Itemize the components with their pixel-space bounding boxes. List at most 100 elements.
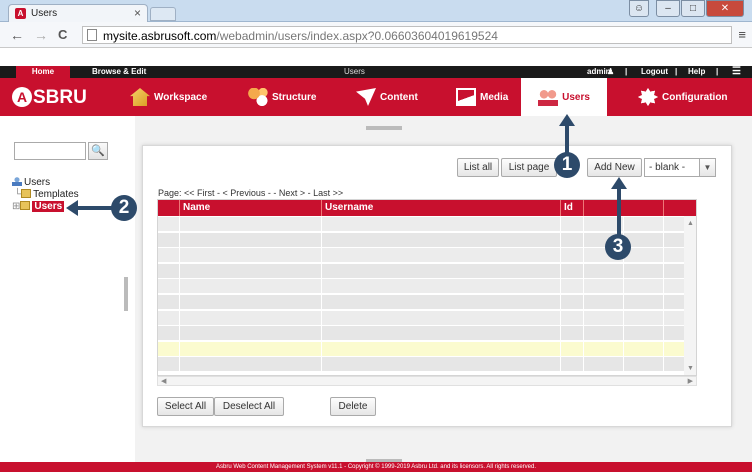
browser-tab[interactable]: A Users × xyxy=(8,4,148,22)
table-cell-divider xyxy=(321,263,322,279)
home-link[interactable]: Home xyxy=(16,66,70,78)
table-cell-divider xyxy=(583,279,584,295)
search-input[interactable] xyxy=(14,142,86,160)
delete-button[interactable]: Delete xyxy=(330,397,376,416)
table-cell-divider xyxy=(560,310,561,326)
add-new-button[interactable]: Add New xyxy=(587,158,642,177)
new-tab-button[interactable] xyxy=(150,7,176,21)
callout-arrow-1-line xyxy=(565,126,569,154)
table-cell-divider xyxy=(623,341,624,357)
gear-icon xyxy=(638,88,658,106)
table-cell-divider xyxy=(321,295,322,310)
expand-icon[interactable]: ⊞ xyxy=(12,201,20,212)
table-cell-divider xyxy=(583,263,584,279)
table-cell-divider xyxy=(583,295,584,310)
table-cell-divider xyxy=(583,217,584,232)
reload-icon[interactable]: C xyxy=(58,27,67,42)
nav-users[interactable]: Users xyxy=(521,78,607,116)
table-cell-divider xyxy=(663,295,664,310)
table-cell-divider xyxy=(179,217,180,232)
header-top-bar: Home Browse & Edit Users admin ♟ | Logou… xyxy=(0,66,752,78)
tree-label: Templates xyxy=(33,189,79,200)
column-header-name[interactable]: Name xyxy=(179,200,321,216)
table-cell-divider xyxy=(321,217,322,232)
table-cell-divider xyxy=(623,279,624,295)
template-select[interactable]: - blank - ▼ xyxy=(644,158,716,177)
list-page-button[interactable]: List page xyxy=(501,158,557,177)
resize-handle-left[interactable] xyxy=(124,277,128,311)
table-cell-divider xyxy=(321,248,322,264)
users-table: Name Username Id ▲ ▼ xyxy=(157,199,697,376)
table-horizontal-scrollbar[interactable]: ◀ ▶ xyxy=(157,376,697,386)
table-row[interactable] xyxy=(158,326,685,342)
workspace-icon xyxy=(130,88,150,106)
favicon-icon: A xyxy=(15,8,26,19)
url-input[interactable]: mysite.asbrusoft.com/webadmin/users/inde… xyxy=(82,26,732,44)
folder-icon xyxy=(21,189,32,198)
nav-workspace[interactable]: Workspace xyxy=(130,78,207,116)
close-window-icon[interactable]: ✕ xyxy=(706,0,744,17)
url-text: mysite.asbrusoft.com/webadmin/users/inde… xyxy=(103,29,498,43)
table-row[interactable] xyxy=(158,217,685,232)
help-link[interactable]: Help xyxy=(688,66,705,78)
select-all-button[interactable]: Select All xyxy=(157,397,214,416)
table-cell-divider xyxy=(663,341,664,357)
callout-badge-1: 1 xyxy=(554,152,580,178)
table-cell-divider xyxy=(623,295,624,310)
profile-icon[interactable]: ☺ xyxy=(629,0,649,17)
column-header-username[interactable]: Username xyxy=(321,200,560,216)
search-icon[interactable]: 🔍 xyxy=(88,142,108,160)
list-all-button[interactable]: List all xyxy=(457,158,499,177)
media-icon xyxy=(456,88,476,106)
column-header-id[interactable]: Id xyxy=(560,200,583,216)
table-cell-divider xyxy=(663,357,664,373)
nav-structure[interactable]: Structure xyxy=(248,78,316,116)
table-vertical-scrollbar[interactable]: ▲ ▼ xyxy=(684,216,696,375)
table-cell-divider xyxy=(321,326,322,342)
user-icon: ♟ xyxy=(607,67,615,76)
table-cell-divider xyxy=(321,279,322,295)
table-cell-divider xyxy=(583,248,584,264)
table-cell-divider xyxy=(179,232,180,248)
template-select-value: - blank - xyxy=(649,162,686,173)
table-cell-divider xyxy=(560,326,561,342)
forward-icon[interactable]: → xyxy=(34,27,48,43)
header-menu-icon[interactable]: ☰ xyxy=(732,66,741,78)
callout-arrow-2-line xyxy=(76,206,112,210)
users-group-icon xyxy=(12,177,22,186)
browser-menu-icon[interactable]: ≡ xyxy=(738,27,746,42)
table-cell-divider xyxy=(560,341,561,357)
folder-icon xyxy=(20,201,31,210)
tree-item-users-root[interactable]: Users xyxy=(12,177,79,189)
nav-configuration[interactable]: Configuration xyxy=(638,78,728,116)
asbru-logo[interactable]: A SBRU xyxy=(12,87,87,109)
section-label: Users xyxy=(344,67,365,76)
table-cell-divider xyxy=(560,232,561,248)
pager: Page: << First - < Previous - - Next > -… xyxy=(158,188,343,198)
table-row[interactable] xyxy=(158,341,685,357)
minimize-icon[interactable]: – xyxy=(656,0,680,17)
pager-links[interactable]: << First - < Previous - - Next > - Last … xyxy=(184,188,343,198)
resize-handle-top[interactable] xyxy=(366,126,402,130)
nav-content[interactable]: Content xyxy=(356,78,418,116)
separator: | xyxy=(716,67,719,76)
back-icon[interactable]: ← xyxy=(10,27,24,43)
table-row[interactable] xyxy=(158,310,685,326)
table-cell-divider xyxy=(663,279,664,295)
table-row[interactable] xyxy=(158,357,685,373)
table-row[interactable] xyxy=(158,263,685,279)
table-row[interactable] xyxy=(158,295,685,310)
nav-media[interactable]: Media xyxy=(456,78,508,116)
table-cell-divider xyxy=(663,217,664,232)
app-header: A SBRU Workspace Structure Content Media … xyxy=(0,78,752,116)
maximize-icon[interactable]: □ xyxy=(681,0,705,17)
deselect-all-button[interactable]: Deselect All xyxy=(214,397,284,416)
browse-edit-link[interactable]: Browse & Edit xyxy=(92,66,146,78)
table-cell-divider xyxy=(583,341,584,357)
tab-close-icon[interactable]: × xyxy=(134,6,141,20)
table-cell-divider xyxy=(179,310,180,326)
table-row[interactable] xyxy=(158,279,685,295)
tab-title: Users xyxy=(31,8,58,19)
logout-link[interactable]: Logout xyxy=(641,66,668,78)
structure-icon xyxy=(248,88,268,106)
